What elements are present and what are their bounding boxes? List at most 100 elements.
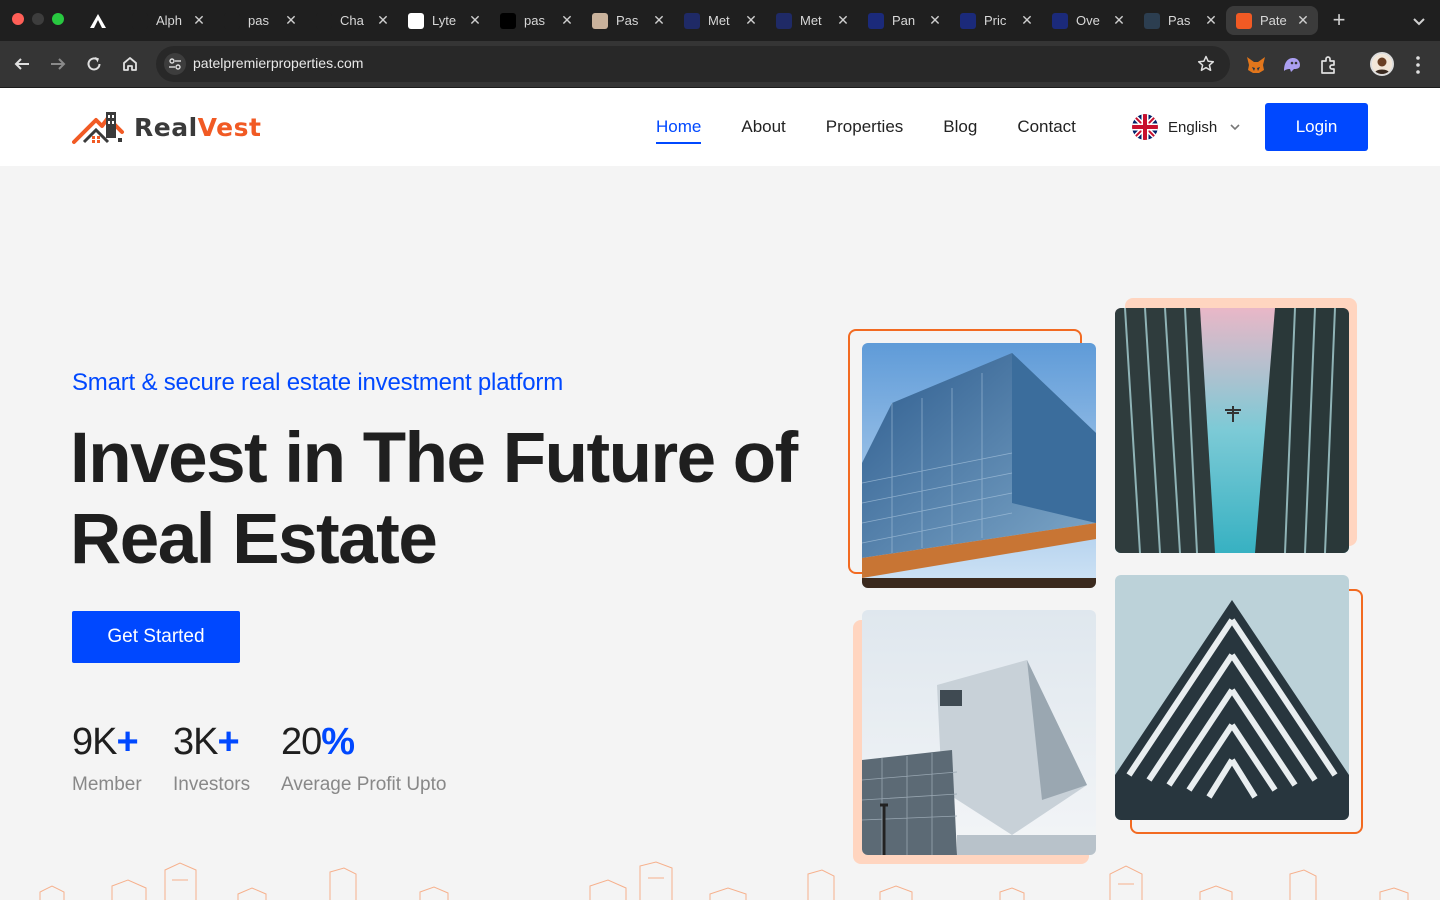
bookmark-star-icon[interactable] [1196,54,1216,74]
stat-suffix: % [321,721,355,763]
browser-tab[interactable]: Met ✕ [766,6,858,35]
stat-value: 20% [281,720,446,764]
stat-suffix: + [116,721,138,763]
close-tab-icon[interactable]: ✕ [1204,12,1218,29]
browser-tab[interactable]: Pas ✕ [1134,6,1226,35]
url-text[interactable]: patelpremierproperties.com [193,55,363,71]
browser-tab[interactable]: Pate ✕ [1226,6,1318,35]
chatgpt-icon [316,12,332,29]
back-button[interactable] [11,53,33,75]
browser-tab[interactable]: pas ✕ [214,6,306,35]
close-tab-icon[interactable]: ✕ [928,12,942,29]
reload-button[interactable] [83,53,105,75]
window-close-button[interactable] [12,13,24,25]
extensions-button[interactable] [1317,54,1339,76]
profile-avatar[interactable] [1370,52,1394,76]
tab-strip: Alph ✕ pas ✕ Cha ✕ Lyte ✕ pas ✕ Pas ✕ Met ✕ Met ✕ Pan ✕ Pr… [122,6,1318,35]
ghost-extension-button[interactable] [1281,54,1303,76]
stat-number: 3K [173,721,218,763]
stat-profit: 20% Average Profit Upto [281,720,446,796]
browser-tab[interactable]: Ove ✕ [1042,6,1134,35]
arrow-left-icon [14,58,29,70]
home-icon [123,57,137,71]
close-tab-icon[interactable]: ✕ [1112,12,1126,29]
tab-title: Pas [616,13,639,28]
browser-tab-bar: Alph ✕ pas ✕ Cha ✕ Lyte ✕ pas ✕ Pas ✕ Met ✕ Met ✕ Pan ✕ Pr… [0,0,1440,41]
triangle-icon [500,12,516,29]
hero-headline: Invest in The Future of Real Estate [70,418,830,580]
logo-text-real: Real [134,112,198,142]
shield-icon [960,12,976,29]
close-tab-icon[interactable]: ✕ [652,12,666,29]
nav-blog[interactable]: Blog [943,116,977,138]
pinned-tab[interactable] [84,9,112,33]
geometric-tower-photo [1115,575,1349,820]
logo-wordmark: RealVest [134,113,261,142]
close-tab-icon[interactable]: ✕ [468,12,482,29]
close-tab-icon[interactable]: ✕ [1020,12,1034,29]
nav-about[interactable]: About [741,116,785,138]
close-tab-icon[interactable]: ✕ [284,12,298,29]
tab-title: Met [800,13,822,28]
avatar-icon [1372,54,1392,74]
headline-line-1: Invest in The Future of [70,419,798,498]
tab-title: Pric [984,13,1007,28]
browser-menu-icon[interactable] [1410,54,1426,76]
address-bar[interactable]: patelpremierproperties.com [156,46,1230,82]
stat-label: Investors [173,774,251,795]
nav-contact[interactable]: Contact [1017,116,1076,138]
main-nav: Home About Properties Blog Contact [656,116,1116,144]
skyline-decoration [39,861,1409,900]
angular-building-photo [862,610,1096,855]
browser-tab[interactable]: Alph ✕ [122,6,214,35]
language-selector[interactable]: English [1132,114,1241,140]
metamask-extension-button[interactable] [1245,54,1267,76]
tab-search-icon[interactable] [1410,12,1428,30]
shield-icon [868,12,884,29]
portrait-icon [592,12,608,29]
login-button[interactable]: Login [1265,103,1368,151]
stat-label: Average Profit Upto [281,774,447,795]
browser-tab[interactable]: Pric ✕ [950,6,1042,35]
window-maximize-button[interactable] [52,13,64,25]
close-tab-icon[interactable]: ✕ [376,12,390,29]
github-icon [224,12,240,29]
w-icon [1144,12,1160,29]
tab-title: Lyte [432,13,457,28]
close-tab-icon[interactable]: ✕ [1296,12,1310,29]
lyte-icon [408,12,424,29]
browser-tab[interactable]: Pas ✕ [582,6,674,35]
nav-properties[interactable]: Properties [826,116,903,138]
close-tab-icon[interactable]: ✕ [836,12,850,29]
ghost-icon [1284,58,1300,72]
nav-home[interactable]: Home [656,116,702,144]
uk-flag-icon [1132,114,1158,140]
get-started-button[interactable]: Get Started [72,611,240,663]
logo-house-icon [72,112,124,144]
meta-icon [684,12,700,29]
browser-tab[interactable]: Lyte ✕ [398,6,490,35]
new-tab-button[interactable]: + [1328,8,1350,32]
realvest-logo[interactable]: RealVest [72,106,261,148]
stat-value: 3K+ [173,720,250,764]
site-header: RealVest Home About Properties Blog Cont… [0,88,1440,166]
tab-title: pas [524,13,545,28]
browser-tab[interactable]: Met ✕ [674,6,766,35]
forward-button[interactable] [47,53,69,75]
language-label: English [1168,118,1218,136]
close-tab-icon[interactable]: ✕ [744,12,758,29]
site-info-icon[interactable] [164,53,186,75]
close-tab-icon[interactable]: ✕ [192,12,206,29]
arrow-right-icon [51,58,66,70]
window-minimize-button[interactable] [32,13,44,25]
browser-tab[interactable]: Pan ✕ [858,6,950,35]
browser-tab[interactable]: Cha ✕ [306,6,398,35]
tab-title: Pan [892,13,916,28]
close-tab-icon[interactable]: ✕ [560,12,574,29]
headline-line-2: Real Estate [70,500,438,579]
tab-title: Alph [156,13,183,28]
browser-tab[interactable]: pas ✕ [490,6,582,35]
realvest-icon [1236,12,1252,29]
home-button[interactable] [119,53,141,75]
tab-title: Pas [1168,13,1191,28]
